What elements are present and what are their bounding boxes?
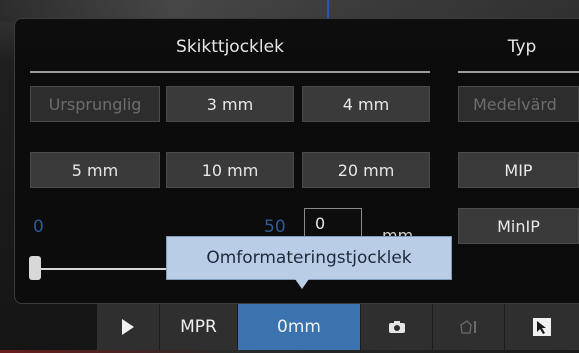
thickness-toggle-button[interactable]: 0mm bbox=[238, 304, 361, 350]
type-minip-button[interactable]: MinIP bbox=[458, 208, 579, 244]
thickness-4mm-button[interactable]: 4 mm bbox=[302, 86, 430, 122]
cursor-tool-button[interactable] bbox=[505, 304, 579, 350]
play-button[interactable] bbox=[97, 304, 160, 350]
range-min-label: 0 bbox=[33, 217, 44, 237]
range-max-label: 50 bbox=[264, 217, 286, 237]
camera-icon bbox=[388, 320, 406, 334]
snapshot-button[interactable] bbox=[361, 304, 433, 350]
type-mip-button[interactable]: MIP bbox=[458, 152, 579, 188]
thickness-header-underline bbox=[30, 71, 430, 73]
thickness-header: Skikttjocklek bbox=[176, 37, 284, 57]
play-icon bbox=[121, 318, 135, 336]
type-header: Typ bbox=[507, 37, 537, 57]
thickness-slider-thumb[interactable] bbox=[29, 256, 41, 280]
shape-tool-button[interactable] bbox=[433, 304, 505, 350]
mpr-button[interactable]: MPR bbox=[160, 304, 238, 350]
bottom-toolbar: MPR 0mm bbox=[97, 304, 579, 350]
cursor-icon bbox=[532, 317, 552, 337]
mpr-label: MPR bbox=[180, 317, 217, 337]
viewer-stage: Skikttjocklek Typ Ursprunglig 3 mm 4 mm … bbox=[0, 0, 579, 353]
tooltip: Omformateringstjocklek bbox=[166, 236, 452, 280]
type-average-button[interactable]: Medelvärd bbox=[458, 86, 579, 122]
thickness-10mm-button[interactable]: 10 mm bbox=[166, 152, 294, 188]
tooltip-pointer bbox=[295, 279, 309, 289]
thickness-5mm-button[interactable]: 5 mm bbox=[30, 152, 160, 188]
thickness-20mm-button[interactable]: 20 mm bbox=[302, 152, 430, 188]
thickness-original-button[interactable]: Ursprunglig bbox=[30, 86, 160, 122]
thickness-3mm-button[interactable]: 3 mm bbox=[166, 86, 294, 122]
type-header-underline bbox=[458, 71, 579, 73]
polygon-icon bbox=[458, 319, 480, 335]
thickness-button-label: 0mm bbox=[277, 317, 321, 337]
